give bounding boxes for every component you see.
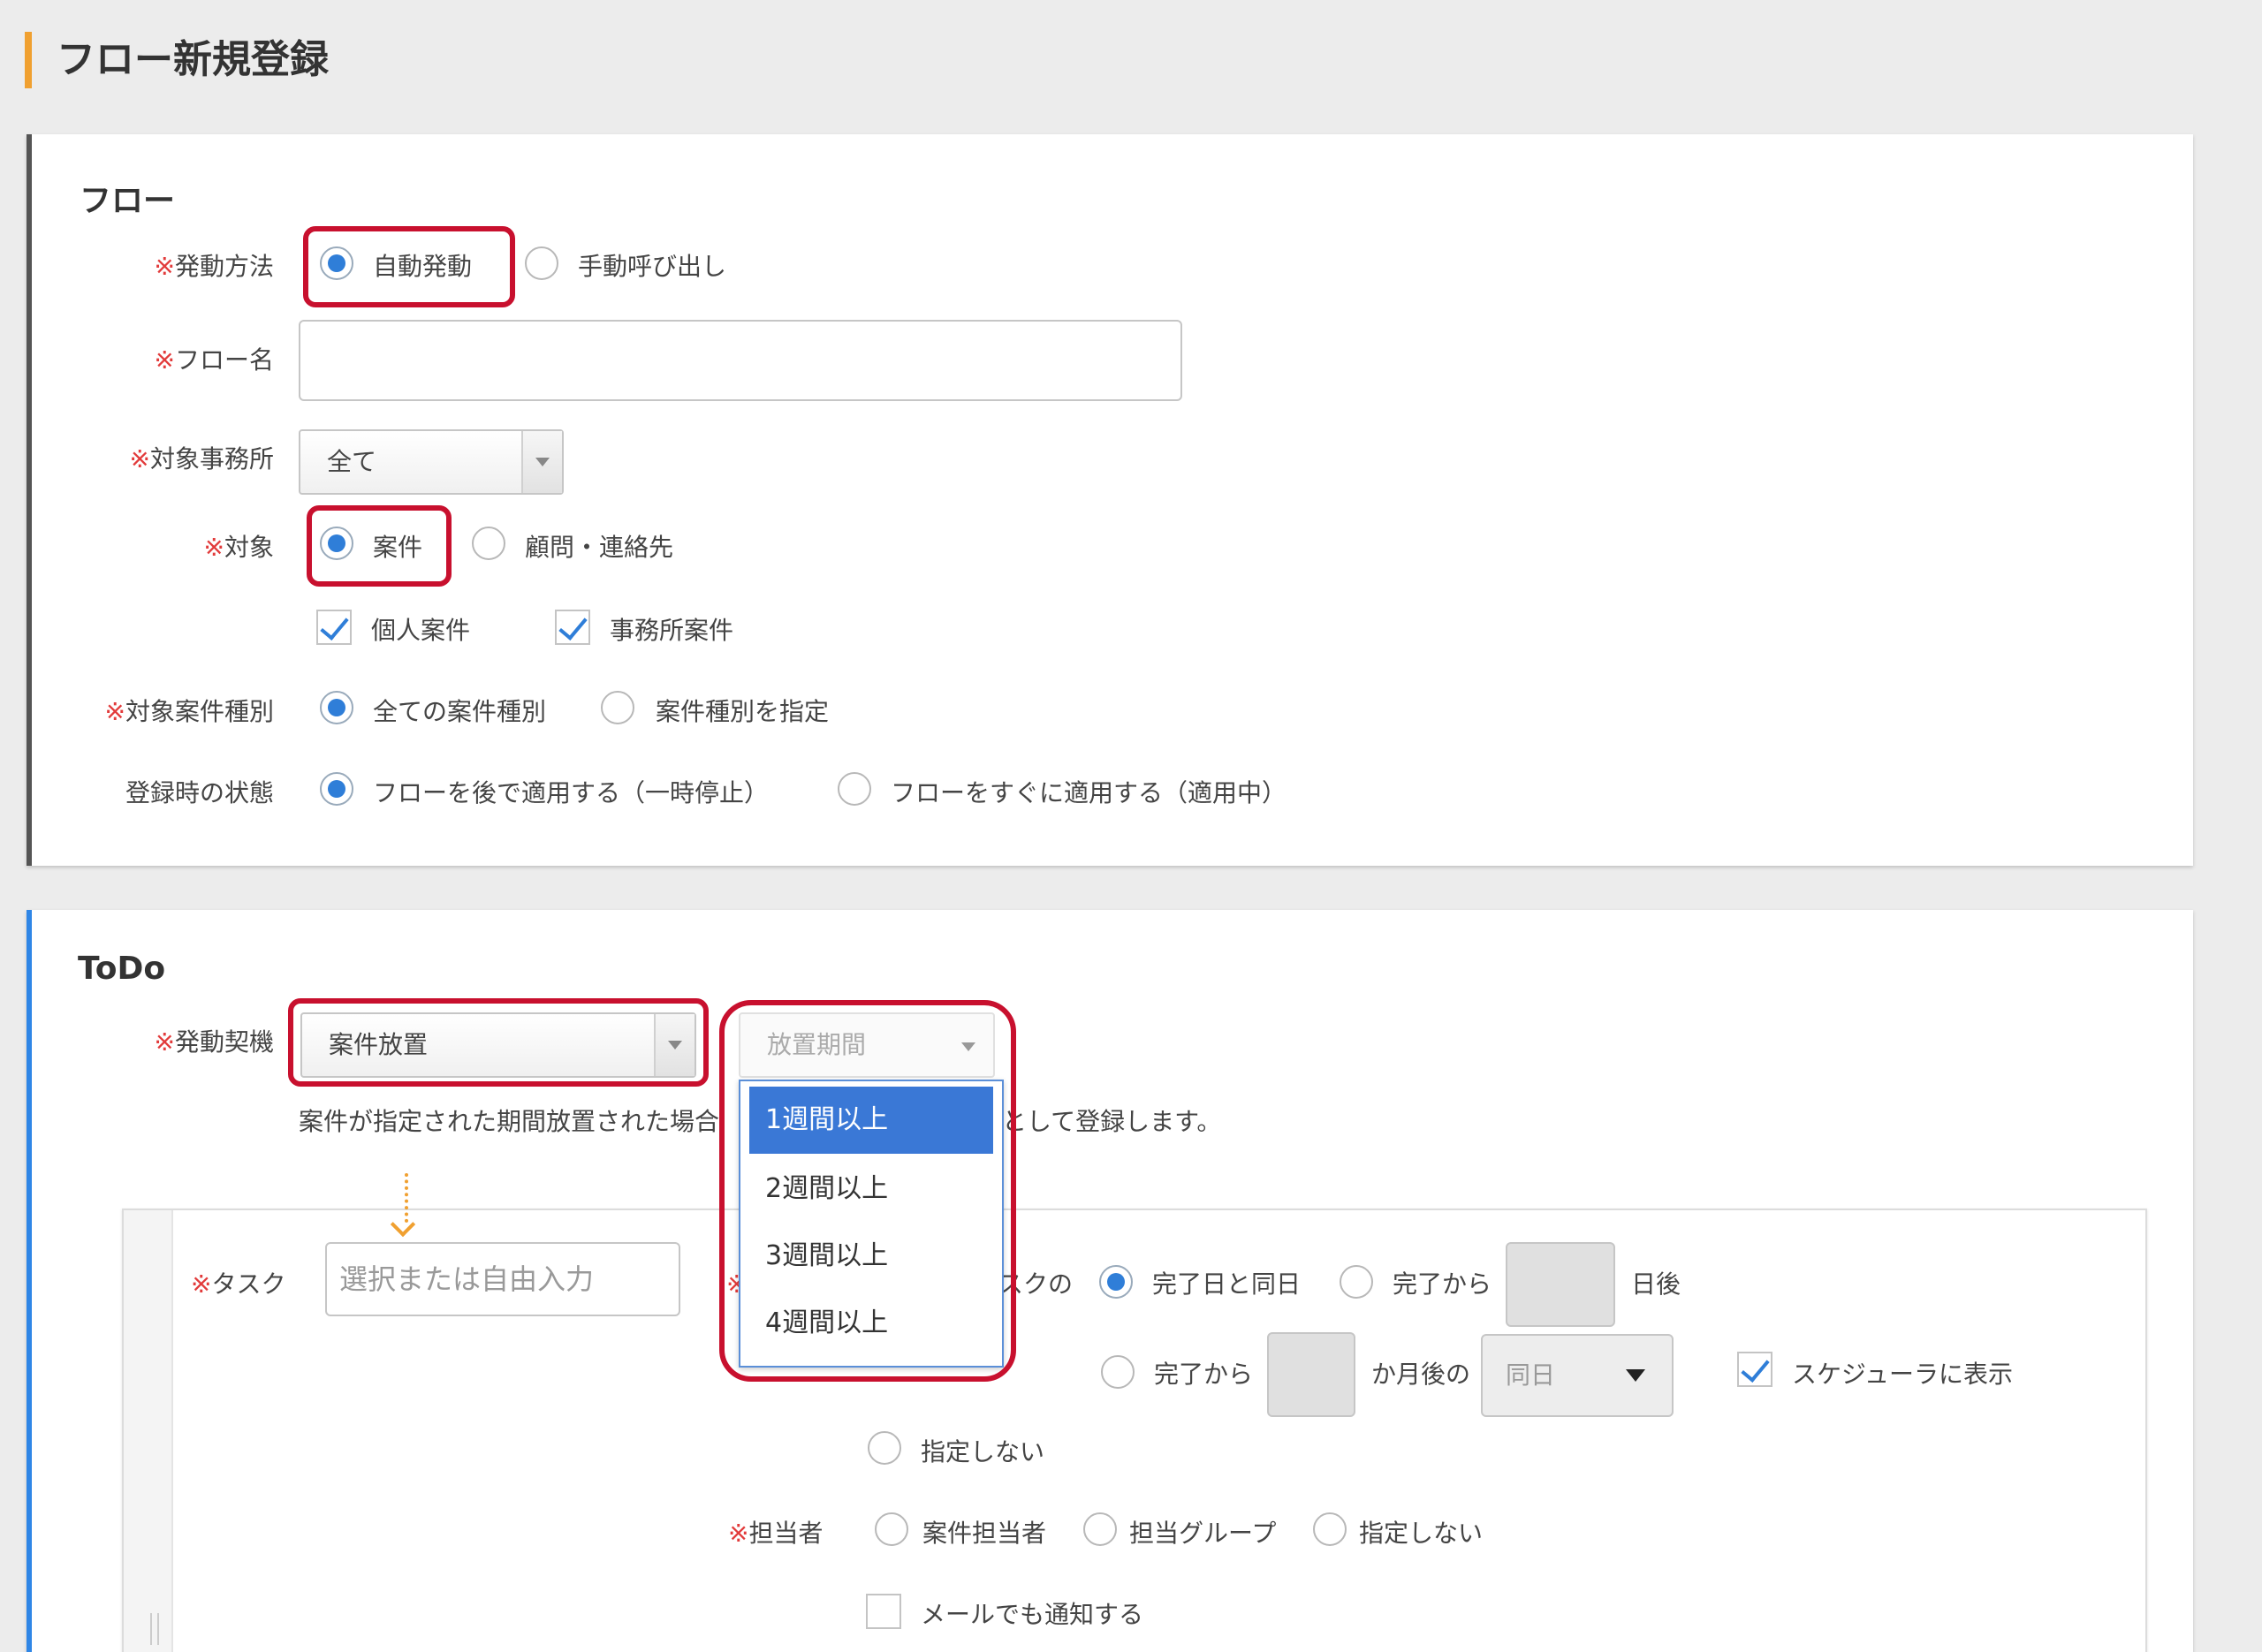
radio-assignee-group-label: 担当グループ	[1129, 1519, 1277, 1548]
radio-due-days-after-suffix: 日後	[1631, 1269, 1681, 1299]
assignee-label: ※担当者	[728, 1519, 824, 1548]
radio-due-months-after[interactable]	[1101, 1355, 1135, 1389]
radio-apply-now[interactable]	[838, 772, 871, 806]
checkbox-email-notify-label: メールでも通知する	[921, 1600, 1144, 1629]
target-label: ※対象	[203, 533, 274, 562]
radio-target-case[interactable]	[320, 527, 353, 560]
radio-assignee-case-owner-label: 案件担当者	[922, 1519, 1047, 1548]
checkbox-personal-case-label: 個人案件	[371, 616, 471, 645]
radio-manual-trigger[interactable]	[525, 246, 558, 280]
target-office-select[interactable]: 全て	[299, 429, 564, 495]
radio-target-advisor-label: 顧問・連絡先	[525, 533, 674, 562]
task-label: ※タスク	[191, 1269, 286, 1299]
chevron-down-icon	[535, 458, 550, 466]
todo-task-card-drag-strip[interactable]	[124, 1210, 173, 1652]
target-office-arrow-box	[521, 431, 562, 493]
due-month-day-select[interactable]: 同日	[1481, 1334, 1674, 1417]
radio-due-months-after-prefix: 完了から	[1154, 1360, 1254, 1389]
flow-name-label: ※フロー名	[154, 345, 274, 375]
todo-section-title: ToDo	[78, 951, 166, 987]
flow-name-input[interactable]	[299, 320, 1182, 401]
trigger-method-label: ※発動方法	[154, 252, 274, 281]
checkbox-email-notify[interactable]	[866, 1594, 901, 1629]
radio-target-advisor[interactable]	[472, 527, 505, 560]
radio-apply-later[interactable]	[320, 772, 353, 806]
chevron-down-icon	[668, 1041, 682, 1050]
target-office-value: 全て	[327, 447, 377, 476]
task-input[interactable]: 選択または自由入力	[325, 1242, 680, 1316]
checkbox-personal-case[interactable]	[316, 610, 352, 645]
drag-handle-icon[interactable]	[150, 1613, 159, 1645]
initial-state-label: 登録時の状態	[125, 778, 274, 807]
due-days-input[interactable]	[1506, 1242, 1615, 1327]
radio-apply-now-label: フローをすぐに適用する（適用中）	[891, 778, 1287, 807]
radio-due-same-day[interactable]	[1099, 1265, 1133, 1299]
radio-manual-trigger-label: 手動呼び出し	[578, 252, 727, 281]
case-type-label: ※対象案件種別	[104, 697, 274, 726]
checkbox-show-in-scheduler-label: スケジューラに表示	[1792, 1360, 2014, 1389]
todo-help-text-left: 案件が指定された期間放置された場合	[299, 1107, 720, 1136]
radio-specify-case-type-label: 案件種別を指定	[656, 697, 830, 726]
radio-auto-trigger-label: 自動発動	[373, 252, 473, 281]
todo-trigger-select[interactable]: 案件放置	[300, 1012, 696, 1078]
checkbox-office-case-label: 事務所案件	[610, 616, 734, 645]
todo-trigger-label: ※発動契機	[154, 1027, 274, 1057]
radio-due-none-label: 指定しない	[921, 1437, 1045, 1466]
checkbox-show-in-scheduler[interactable]	[1737, 1352, 1772, 1387]
checkbox-office-case[interactable]	[555, 610, 590, 645]
radio-due-same-day-label: 完了日と同日	[1152, 1269, 1302, 1299]
radio-due-months-after-suffix: か月後の	[1371, 1360, 1471, 1389]
target-office-label: ※対象事務所	[129, 444, 274, 474]
due-months-input[interactable]	[1267, 1332, 1355, 1417]
todo-trigger-value: 案件放置	[329, 1030, 429, 1059]
radio-assignee-case-owner[interactable]	[875, 1512, 908, 1546]
page-title-accent	[25, 32, 32, 88]
radio-due-none[interactable]	[868, 1431, 901, 1465]
todo-help-text-right: として登録します。	[1002, 1107, 1222, 1136]
radio-auto-trigger[interactable]	[320, 246, 353, 280]
highlight-box	[719, 1000, 1016, 1382]
chevron-down-icon	[1626, 1369, 1645, 1382]
radio-due-days-after[interactable]	[1340, 1265, 1373, 1299]
radio-apply-later-label: フローを後で適用する（一時停止）	[373, 778, 770, 807]
page-title: フロー新規登録	[57, 37, 329, 82]
radio-assignee-group[interactable]	[1083, 1512, 1117, 1546]
radio-target-case-label: 案件	[373, 533, 423, 562]
radio-assignee-none-label: 指定しない	[1359, 1519, 1484, 1548]
flow-section-title: フロー	[80, 183, 176, 219]
due-month-day-value: 同日	[1506, 1360, 1556, 1390]
radio-all-case-types-label: 全ての案件種別	[373, 697, 547, 726]
radio-specify-case-type[interactable]	[601, 691, 634, 724]
radio-assignee-none[interactable]	[1313, 1512, 1347, 1546]
radio-all-case-types[interactable]	[320, 691, 353, 724]
task-input-placeholder: 選択または自由入力	[339, 1262, 595, 1296]
todo-trigger-arrow-box	[654, 1014, 695, 1076]
radio-due-days-after-prefix: 完了から	[1393, 1269, 1492, 1299]
